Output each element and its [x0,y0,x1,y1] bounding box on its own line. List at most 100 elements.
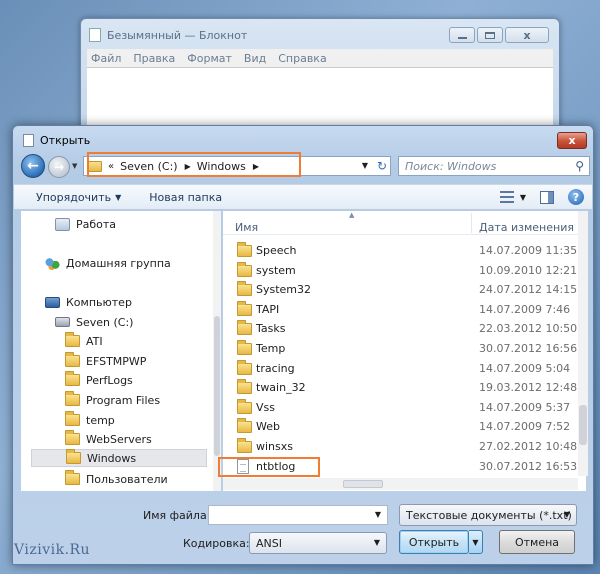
nav-item-label: Работа [76,217,117,231]
file-row[interactable]: TAPI 14.07.2009 7:46 [223,300,579,319]
dialog-close-button[interactable]: x [557,132,587,149]
address-dropdown-icon[interactable]: ▼ [362,161,368,170]
help-icon[interactable]: ? [568,189,584,205]
nav-item-label: PerfLogs [86,373,133,387]
chevron-right-icon[interactable]: ▶ [253,162,259,171]
file-date: 14.07.2009 5:37 [479,401,571,414]
new-folder-button[interactable]: Новая папка [149,191,222,204]
file-row[interactable]: System32 24.07.2012 14:15 [223,280,579,299]
nav-item-label: Домашняя группа [66,256,171,270]
notepad-title: Безымянный — Блокнот [107,28,248,42]
nav-item-homegroup[interactable]: Домашняя группа [45,254,171,272]
menu-help[interactable]: Справка [278,52,326,65]
notepad-close-button[interactable]: x [505,27,549,43]
file-row[interactable]: Tasks 22.03.2012 10:50 [223,319,579,338]
chevron-right-icon[interactable]: ▶ [185,162,191,171]
view-dropdown-icon[interactable]: ▼ [520,193,526,202]
view-options-icon[interactable] [499,191,514,203]
column-name[interactable]: Имя [235,221,258,234]
scrollbar-thumb[interactable] [214,316,220,456]
search-input[interactable]: Поиск: Windows ⚲ [398,156,590,176]
dialog-title: Открыть [40,134,91,147]
folder-icon [65,391,80,406]
file-row[interactable]: Speech 14.07.2009 11:35 [223,241,579,260]
column-header: ▲ Имя Дата изменения [223,211,586,235]
scrollbar-thumb[interactable] [579,405,587,445]
file-date: 14.07.2009 7:46 [479,303,571,316]
file-row[interactable]: system 10.09.2010 12:21 [223,261,579,280]
breadcrumb-drive[interactable]: Seven (C:) [120,160,177,173]
refresh-icon[interactable]: ↻ [377,159,387,173]
open-button[interactable]: Открыть [399,530,469,554]
nav-item-temp[interactable]: temp [65,411,115,429]
breadcrumb-windows[interactable]: Windows [197,160,246,173]
nav-item-users[interactable]: Пользователи [65,470,168,488]
cancel-button[interactable]: Отмена [499,530,575,554]
file-row[interactable]: winsxs 27.02.2012 10:48 [223,437,579,456]
maximize-icon [485,31,495,39]
close-icon: x [568,134,576,147]
file-row[interactable]: Web 14.07.2009 7:52 [223,417,579,436]
folder-icon [237,418,252,433]
file-row[interactable]: tracing 14.07.2009 5:04 [223,359,579,378]
forward-button[interactable]: → [48,156,70,178]
folder-icon [65,371,80,386]
chevron-down-icon[interactable]: ▼ [375,510,381,519]
folder-icon [237,281,252,296]
menu-file[interactable]: Файл [91,52,121,65]
nav-item-label: temp [86,413,115,427]
filename-input[interactable]: ▼ [208,505,388,525]
file-row[interactable]: Temp 30.07.2012 16:56 [223,339,579,358]
navigation-pane: Работа Домашняя группа Компьютер Seven (… [21,211,213,491]
folder-icon [65,411,80,426]
nav-item-program-files[interactable]: Program Files [65,391,160,409]
column-date-modified[interactable]: Дата изменения [479,221,574,234]
file-date: 10.09.2010 12:21 [479,264,578,277]
file-name: Vss [256,401,275,414]
history-dropdown-icon[interactable]: ▼ [72,162,77,170]
folder-icon [237,399,252,414]
organize-button[interactable]: Упорядочить ▼ [36,191,121,204]
filetype-select[interactable]: Текстовые документы (*.txt) ▼ [399,504,577,526]
open-dialog: Открыть x ← → ▼ « Seven (C:) ▶ Windows ▶… [12,125,594,565]
nav-item-work[interactable]: Работа [55,215,116,233]
folder-icon [237,301,252,316]
nav-item-perflogs[interactable]: PerfLogs [65,371,133,389]
menu-edit[interactable]: Правка [133,52,175,65]
minimize-button[interactable] [449,27,475,43]
navigation-scrollbar[interactable] [213,211,221,491]
computer-icon [45,296,60,308]
notepad-window: Безымянный — Блокнот x Файл Правка Форма… [80,18,560,138]
column-divider[interactable] [471,213,472,233]
notepad-app-icon [89,28,101,42]
preview-pane-icon[interactable] [540,190,554,204]
drive-icon [55,317,70,327]
breadcrumb-overflow[interactable]: « [108,161,114,172]
open-options-button[interactable]: ▼ [469,530,483,554]
nav-item-webservers[interactable]: WebServers [65,430,152,448]
file-row[interactable]: Vss 14.07.2009 5:37 [223,398,579,417]
folder-icon [65,332,80,347]
nav-item-ati[interactable]: ATI [65,332,103,350]
encoding-value: ANSI [256,536,282,550]
maximize-button[interactable] [477,27,503,43]
address-bar[interactable]: « Seven (C:) ▶ Windows ▶ ▼ ↻ [83,156,391,176]
horizontal-scrollbar[interactable] [223,478,578,490]
file-row[interactable]: twain_32 19.03.2012 12:48 [223,378,579,397]
encoding-select[interactable]: ANSI ▼ [249,532,387,554]
folder-icon [237,262,252,277]
back-button[interactable]: ← [21,154,45,178]
nav-item-drive-c[interactable]: Seven (C:) [55,313,133,331]
arrow-right-icon: → [53,160,65,174]
search-icon[interactable]: ⚲ [575,159,584,173]
nav-item-label: Компьютер [66,295,132,309]
menu-format[interactable]: Формат [187,52,232,65]
nav-item-efstmpwp[interactable]: EFSTMPWP [65,352,146,370]
nav-item-label: ATI [86,334,103,348]
file-list-scrollbar[interactable] [578,211,588,476]
nav-item-computer[interactable]: Компьютер [45,293,132,311]
nav-item-windows[interactable]: Windows [31,449,207,467]
file-row[interactable]: ntbtlog 30.07.2012 16:53 [223,457,579,476]
scrollbar-thumb[interactable] [343,480,383,488]
menu-view[interactable]: Вид [244,52,266,65]
